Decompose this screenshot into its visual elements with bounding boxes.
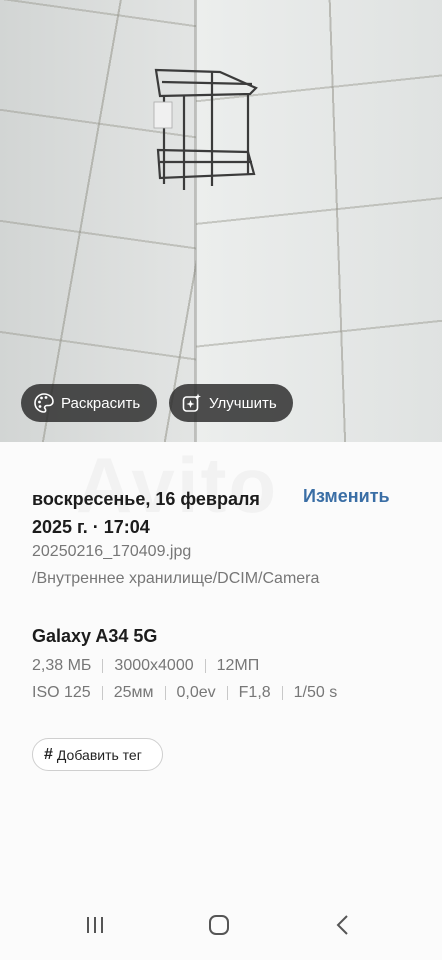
device-name: Galaxy A34 5G — [32, 626, 158, 646]
colorize-button[interactable]: Раскрасить — [21, 384, 157, 422]
back-button[interactable] — [328, 912, 358, 942]
hashtag-icon: # — [44, 745, 53, 763]
file-path: /Внутреннее хранилище/DCIM/Camera — [32, 570, 320, 587]
iso: ISO 125 — [32, 684, 91, 701]
recent-apps-button[interactable] — [80, 912, 110, 942]
colorize-label: Раскрасить — [61, 394, 141, 412]
enhance-button[interactable]: Улучшить — [169, 384, 293, 422]
resolution: 3000x4000 — [114, 657, 194, 674]
recent-apps-icon — [84, 915, 106, 940]
back-chevron-icon — [335, 914, 351, 941]
home-button[interactable] — [204, 912, 234, 942]
divider — [226, 686, 228, 700]
edit-date-button[interactable]: Изменить — [303, 486, 390, 507]
enhance-label: Улучшить — [209, 394, 277, 412]
divider — [102, 659, 104, 673]
camera-settings-row: ISO 125 25мм 0,0ev F1,8 1/50 s — [32, 684, 337, 702]
date-line-2: 2025 г. · 17:04 — [32, 517, 150, 537]
focal-length: 25мм — [113, 684, 154, 701]
enhance-sparkle-icon — [181, 392, 203, 414]
divider — [204, 659, 206, 673]
add-tag-label: Добавить тег — [56, 746, 142, 763]
photo-date: воскресенье, 16 февраля 2025 г. · 17:04 — [32, 485, 282, 541]
shutter-speed: 1/50 s — [293, 684, 338, 701]
home-icon — [208, 914, 230, 941]
corner-shelf-image — [153, 68, 258, 190]
add-tag-button[interactable]: # Добавить тег — [32, 738, 163, 771]
divider — [164, 686, 166, 700]
file-name: 20250216_170409.jpg — [32, 543, 192, 560]
exposure: 0,0ev — [176, 684, 216, 701]
photo-preview[interactable]: Раскрасить Улучшить — [0, 0, 442, 442]
palette-icon — [33, 392, 55, 414]
file-info-row: 2,38 МБ 3000x4000 12МП — [32, 657, 259, 675]
divider — [281, 686, 283, 700]
aperture: F1,8 — [238, 684, 271, 701]
file-size: 2,38 МБ — [32, 657, 92, 674]
megapixels: 12МП — [216, 657, 260, 674]
date-line-1: воскресенье, 16 февраля — [32, 489, 260, 509]
divider — [101, 686, 103, 700]
